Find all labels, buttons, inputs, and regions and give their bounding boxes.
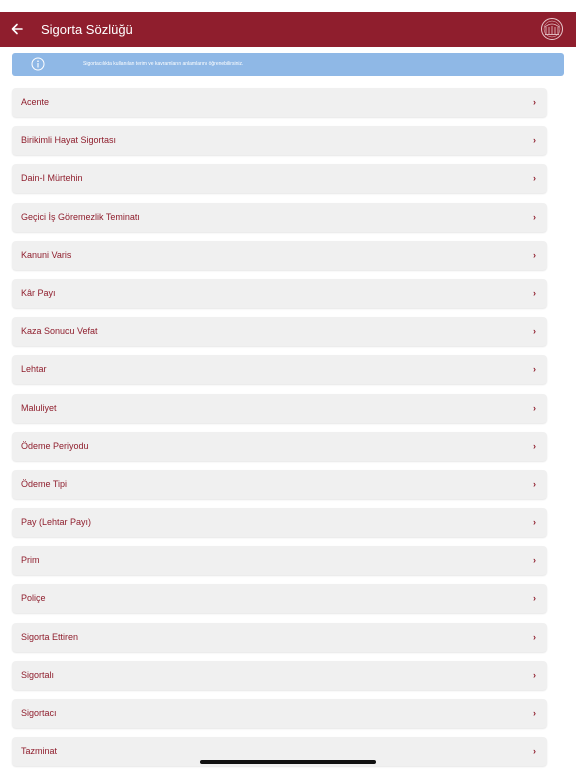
chevron-right-icon: › bbox=[533, 746, 536, 757]
info-banner: Sigortacılıkta kullanılan terim ve kavra… bbox=[12, 53, 564, 76]
list-item[interactable]: Prim › bbox=[12, 546, 547, 576]
list-item[interactable]: Sigorta Ettiren › bbox=[12, 622, 547, 652]
term-label: Sigortacı bbox=[21, 708, 57, 718]
chevron-right-icon: › bbox=[533, 478, 536, 489]
list-item[interactable]: Ödeme Periyodu › bbox=[12, 431, 547, 461]
term-label: Sigorta Ettiren bbox=[21, 631, 79, 642]
chevron-right-icon: › bbox=[533, 517, 536, 528]
list-item[interactable]: Sigortalı › bbox=[12, 660, 547, 690]
term-label: Kaza Sonucu Vefat bbox=[21, 326, 98, 337]
chevron-right-icon: › bbox=[533, 440, 536, 451]
home-indicator bbox=[200, 760, 376, 764]
chevron-right-icon: › bbox=[533, 669, 536, 680]
term-label: Geçici İş Göremezlik Teminatı bbox=[21, 211, 140, 222]
list-item[interactable]: Kaza Sonucu Vefat › bbox=[12, 317, 547, 347]
term-list: Acente › Birikimli Hayat Sigortası › Dain-I … bbox=[12, 88, 547, 775]
list-item[interactable]: Dain-I Mürtehin › bbox=[12, 164, 547, 194]
chevron-right-icon: › bbox=[533, 173, 536, 184]
term-label: Lehtar bbox=[21, 364, 47, 375]
list-item[interactable]: Pay (Lehtar Payı) › bbox=[12, 508, 547, 538]
term-label: Kanuni Varis bbox=[21, 249, 72, 260]
chevron-right-icon: › bbox=[533, 249, 536, 260]
status-bar bbox=[0, 0, 576, 12]
list-item[interactable]: Kanuni Varis › bbox=[12, 240, 547, 270]
term-label: Pay (Lehtar Payı) bbox=[21, 517, 92, 528]
chevron-right-icon: › bbox=[533, 631, 536, 642]
chevron-right-icon: › bbox=[533, 211, 536, 222]
term-label: Ödeme Tipi bbox=[21, 478, 68, 489]
list-item[interactable]: Sigortacı › bbox=[12, 699, 547, 728]
logo-emblem-icon bbox=[541, 18, 563, 40]
term-label: Birikimli Hayat Sigortası bbox=[21, 135, 117, 146]
term-label: Poliçe bbox=[21, 593, 46, 604]
chevron-right-icon: › bbox=[533, 135, 536, 146]
back-button[interactable] bbox=[6, 16, 28, 42]
term-label: Prim bbox=[21, 555, 40, 566]
list-item[interactable]: Geçici İş Göremezlik Teminatı › bbox=[12, 202, 547, 232]
chevron-right-icon: › bbox=[533, 555, 536, 566]
chevron-right-icon: › bbox=[533, 287, 536, 298]
term-label: Ödeme Periyodu bbox=[21, 440, 89, 451]
app-header: Sigorta Sözlüğü bbox=[0, 12, 576, 47]
chevron-right-icon: › bbox=[533, 402, 536, 413]
list-item[interactable]: Maluliyet › bbox=[12, 393, 547, 423]
term-label: Acente bbox=[21, 97, 50, 107]
info-icon bbox=[31, 57, 45, 71]
chevron-right-icon: › bbox=[533, 97, 536, 107]
page-title: Sigorta Sözlüğü bbox=[41, 22, 133, 37]
list-item[interactable]: Poliçe › bbox=[12, 584, 547, 614]
term-label: Sigortalı bbox=[21, 669, 55, 680]
chevron-right-icon: › bbox=[533, 593, 536, 604]
arrow-left-icon bbox=[11, 23, 23, 35]
chevron-right-icon: › bbox=[533, 708, 536, 718]
list-item[interactable]: Kâr Payı › bbox=[12, 278, 547, 308]
term-label: Dain-I Mürtehin bbox=[21, 173, 83, 184]
list-item[interactable]: Birikimli Hayat Sigortası › bbox=[12, 126, 547, 156]
term-label: Maluliyet bbox=[21, 402, 57, 413]
chevron-right-icon: › bbox=[533, 326, 536, 337]
term-label: Tazminat bbox=[21, 746, 58, 757]
list-item[interactable]: Acente › bbox=[12, 88, 547, 117]
list-item[interactable]: Lehtar › bbox=[12, 355, 547, 385]
term-label: Kâr Payı bbox=[21, 287, 56, 298]
info-banner-text: Sigortacılıkta kullanılan terim ve kavra… bbox=[83, 61, 244, 67]
chevron-right-icon: › bbox=[533, 364, 536, 375]
list-item[interactable]: Ödeme Tipi › bbox=[12, 469, 547, 499]
